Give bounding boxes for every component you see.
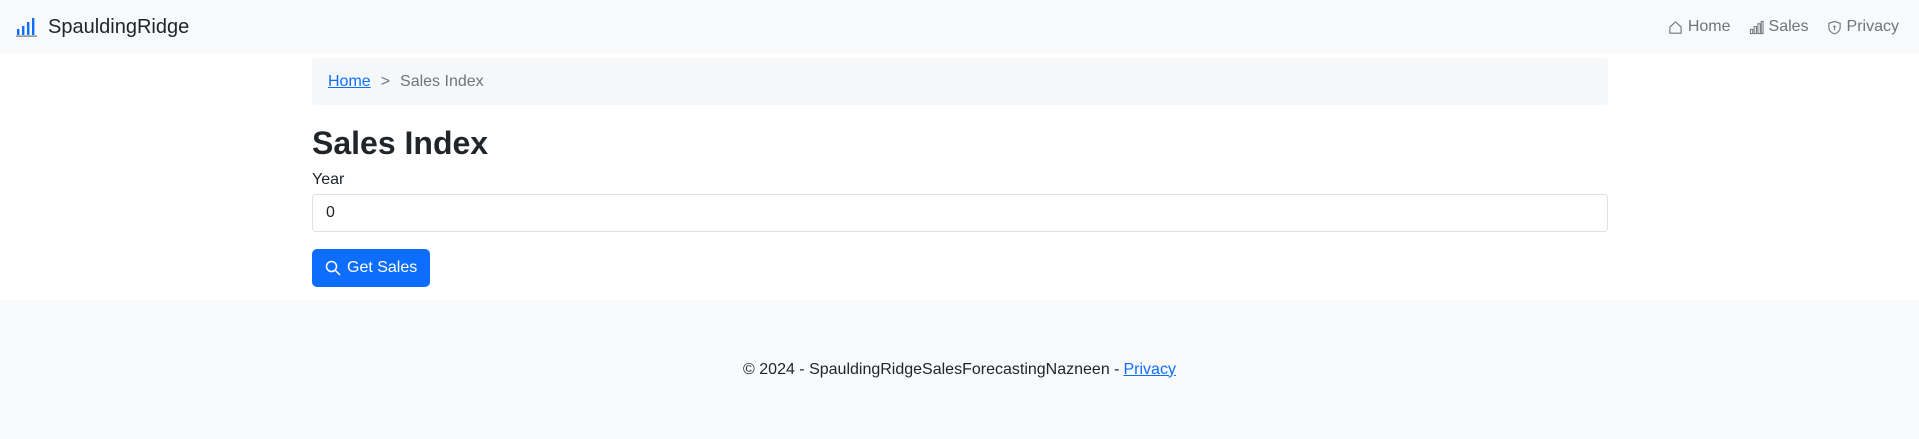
breadcrumb-home-link[interactable]: Home [328, 73, 371, 91]
footer-copyright: © 2024 - SpauldingRidgeSalesForecastingN… [743, 360, 1120, 378]
shield-icon [1827, 20, 1842, 35]
nav-link-home[interactable]: Home [1668, 18, 1731, 36]
year-label: Year [312, 171, 345, 189]
main-content: Home > Sales Index Sales Index Year Get … [312, 58, 1608, 287]
brand-name: SpauldingRidge [48, 15, 190, 38]
brand-link[interactable]: SpauldingRidge [16, 16, 189, 39]
breadcrumb: Home > Sales Index [312, 58, 1608, 105]
nav-link-privacy-label: Privacy [1846, 18, 1899, 35]
nav-link-privacy[interactable]: Privacy [1827, 18, 1899, 36]
year-input[interactable] [312, 193, 1608, 232]
nav-link-sales-label: Sales [1768, 18, 1809, 35]
house-icon [1668, 20, 1683, 35]
footer-privacy-link[interactable]: Privacy [1124, 361, 1176, 379]
get-sales-label: Get Sales [347, 258, 418, 276]
page-title: Sales Index [312, 125, 489, 161]
breadcrumb-current: Sales Index [400, 72, 484, 90]
footer: © 2024 - SpauldingRidgeSalesForecastingN… [0, 300, 1919, 439]
bar-chart-icon [1749, 20, 1764, 35]
top-navbar: SpauldingRidge Home Sales Privacy [0, 0, 1919, 54]
search-icon [325, 260, 341, 276]
nav-links: Home Sales Privacy [1668, 18, 1899, 36]
breadcrumb-separator: > [380, 72, 391, 90]
get-sales-button[interactable]: Get Sales [312, 248, 431, 287]
nav-link-home-label: Home [1687, 18, 1731, 35]
nav-link-sales[interactable]: Sales [1749, 18, 1809, 36]
bar-chart-icon [16, 17, 38, 37]
